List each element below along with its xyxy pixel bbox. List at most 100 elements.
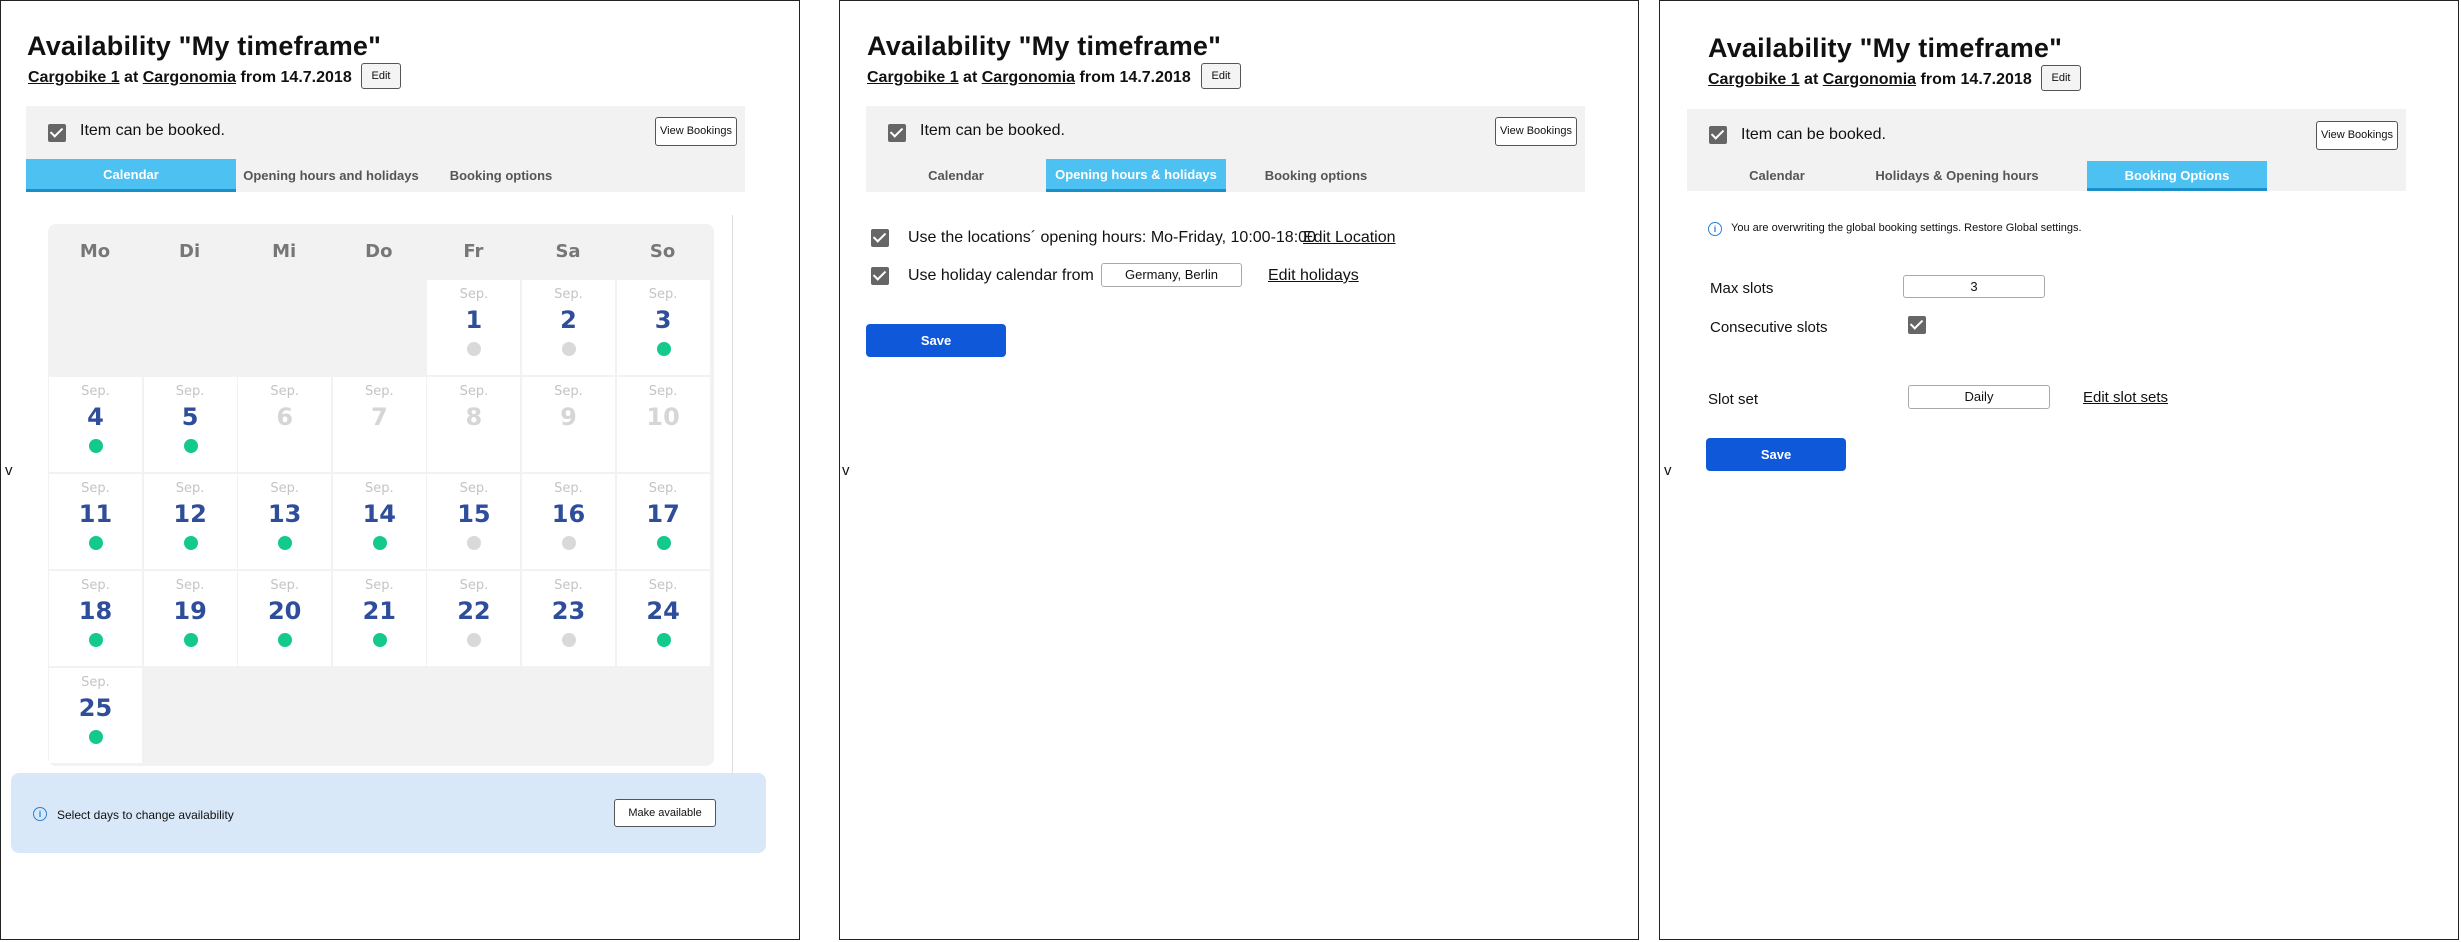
calendar-day[interactable]: Sep. 21	[332, 571, 426, 666]
calendar-grid: Mo Di Mi Do Fr Sa So Sep. 1 Sep. 2 Sep. 3 Sep. 4 Sep. 5 S…	[48, 224, 714, 766]
item-link[interactable]: Cargobike 1	[28, 69, 120, 86]
tab-bar: Calendar Opening hours & holidays Bookin…	[866, 159, 1585, 192]
consecutive-slots-checkbox[interactable]	[1908, 316, 1926, 334]
view-bookings-button[interactable]: View Bookings	[2316, 121, 2398, 150]
calendar-day[interactable]: Sep. 11	[49, 474, 142, 569]
day-number: 23	[551, 597, 586, 625]
edit-slot-sets-link[interactable]: Edit slot sets	[2083, 389, 2168, 406]
day-number: 12	[173, 500, 207, 528]
view-bookings-button[interactable]: View Bookings	[1495, 117, 1577, 146]
day-number: 25	[78, 694, 113, 722]
available-dot	[183, 633, 198, 647]
day-month-label: Sep.	[81, 578, 110, 593]
calendar-day[interactable]: Sep. 13	[238, 474, 332, 569]
tab-booking-options[interactable]: Booking options	[426, 159, 576, 192]
bookable-checkbox[interactable]	[48, 124, 66, 142]
holiday-text: Use holiday calendar from	[908, 267, 1094, 284]
holiday-checkbox[interactable]	[871, 267, 889, 285]
edit-location-link[interactable]: Edit Location	[1303, 229, 1396, 247]
edit-button[interactable]: Edit	[1201, 63, 1241, 89]
available-dot	[656, 633, 671, 647]
day-number: 24	[646, 597, 680, 625]
day-number: 9	[560, 403, 577, 431]
edit-button[interactable]: Edit	[361, 63, 401, 89]
subtitle: Cargobike 1 at Cargonomia from 14.7.2018	[1708, 71, 2032, 89]
location-link[interactable]: Cargonomia	[143, 69, 236, 86]
page-title: Availability "My timeframe"	[27, 31, 382, 61]
bookable-checkbox[interactable]	[888, 124, 906, 142]
weekday-header: Fr	[463, 241, 484, 262]
weekday-header: Sa	[555, 241, 581, 262]
bookable-bar: Item can be booked. View Bookings	[26, 106, 745, 159]
side-marker: v	[5, 462, 13, 479]
view-bookings-button[interactable]: View Bookings	[655, 117, 737, 146]
save-button[interactable]: Save	[1706, 438, 1846, 471]
calendar-day[interactable]: Sep. 24	[616, 571, 710, 666]
edit-holidays-link[interactable]: Edit holidays	[1268, 267, 1359, 285]
day-month-label: Sep.	[364, 384, 394, 399]
calendar-day: Sep. 10	[616, 377, 710, 472]
make-available-button[interactable]: Make available	[614, 799, 716, 827]
max-slots-input[interactable]: 3	[1903, 275, 2045, 298]
calendar-day: Sep. 7	[332, 377, 426, 472]
bookable-checkbox[interactable]	[1709, 126, 1727, 144]
calendar-day: Sep. 6	[238, 377, 332, 472]
calendar-day[interactable]: Sep. 16	[522, 474, 615, 569]
day-number: 16	[551, 500, 586, 528]
edit-button[interactable]: Edit	[2041, 65, 2081, 91]
slot-set-select[interactable]: Daily	[1908, 385, 2050, 409]
day-month-label: Sep.	[175, 578, 205, 593]
calendar-day[interactable]: Sep. 14	[332, 474, 426, 569]
tab-booking-options[interactable]: Booking Options	[2087, 161, 2267, 191]
calendar-day[interactable]: Sep. 15	[427, 474, 521, 569]
calendar-day[interactable]: Sep. 4	[49, 377, 142, 472]
item-link[interactable]: Cargobike 1	[1708, 71, 1800, 88]
calendar-day[interactable]: Sep. 2	[522, 280, 615, 375]
location-link[interactable]: Cargonomia	[1823, 71, 1916, 88]
info-icon: i	[1708, 222, 1722, 236]
tab-opening-hours[interactable]: Opening hours and holidays	[236, 159, 426, 192]
available-dot	[656, 342, 671, 356]
tab-bar: Calendar Holidays & Opening hours Bookin…	[1687, 161, 2406, 191]
calendar-day[interactable]: Sep. 18	[49, 571, 142, 666]
save-button[interactable]: Save	[866, 324, 1006, 357]
calendar-day[interactable]: Sep. 22	[427, 571, 521, 666]
holiday-calendar-select[interactable]: Germany, Berlin	[1101, 263, 1242, 287]
tab-opening-hours[interactable]: Opening hours & holidays	[1046, 159, 1226, 192]
tab-booking-options[interactable]: Booking options	[1226, 159, 1406, 192]
subtitle: Cargobike 1 at Cargonomia from 14.7.2018	[867, 69, 1191, 87]
opening-hours-text: Use the locations´ opening hours: Mo-Fri…	[908, 229, 1316, 246]
calendar-day[interactable]: Sep. 3	[616, 280, 710, 375]
calendar-panel: v Availability "My timeframe" Cargobike …	[0, 0, 800, 940]
calendar-day[interactable]: Sep. 5	[143, 377, 237, 472]
tab-calendar[interactable]: Calendar	[26, 159, 236, 192]
available-dot	[89, 536, 103, 550]
day-month-label: Sep.	[459, 481, 489, 496]
calendar-day[interactable]: Sep. 25	[49, 668, 142, 763]
unavailable-dot	[562, 342, 576, 356]
consecutive-slots-label: Consecutive slots	[1710, 319, 1828, 336]
bookable-label: Item can be booked.	[920, 122, 1065, 139]
calendar-day[interactable]: Sep. 17	[616, 474, 710, 569]
tab-holidays[interactable]: Holidays & Opening hours	[1867, 161, 2047, 191]
tab-calendar[interactable]: Calendar	[866, 159, 1046, 192]
day-month-label: Sep.	[648, 384, 678, 399]
weekday-header: Do	[365, 241, 393, 262]
tab-calendar[interactable]: Calendar	[1687, 161, 1867, 191]
available-dot	[89, 730, 103, 744]
day-month-label: Sep.	[554, 384, 583, 399]
day-month-label: Sep.	[648, 287, 678, 302]
day-number: 20	[267, 597, 302, 625]
calendar-day[interactable]: Sep. 20	[238, 571, 332, 666]
tab-bar: Calendar Opening hours and holidays Book…	[26, 159, 745, 192]
calendar-day[interactable]: Sep. 19	[143, 571, 237, 666]
weekday-header: Mo	[79, 241, 111, 262]
day-number: 4	[87, 403, 104, 431]
calendar-day[interactable]: Sep. 1	[427, 280, 521, 375]
location-link[interactable]: Cargonomia	[982, 69, 1075, 86]
item-link[interactable]: Cargobike 1	[867, 69, 959, 86]
calendar-day[interactable]: Sep. 12	[143, 474, 237, 569]
opening-hours-checkbox[interactable]	[871, 229, 889, 247]
bookable-label: Item can be booked.	[1741, 126, 1886, 143]
calendar-day[interactable]: Sep. 23	[522, 571, 615, 666]
